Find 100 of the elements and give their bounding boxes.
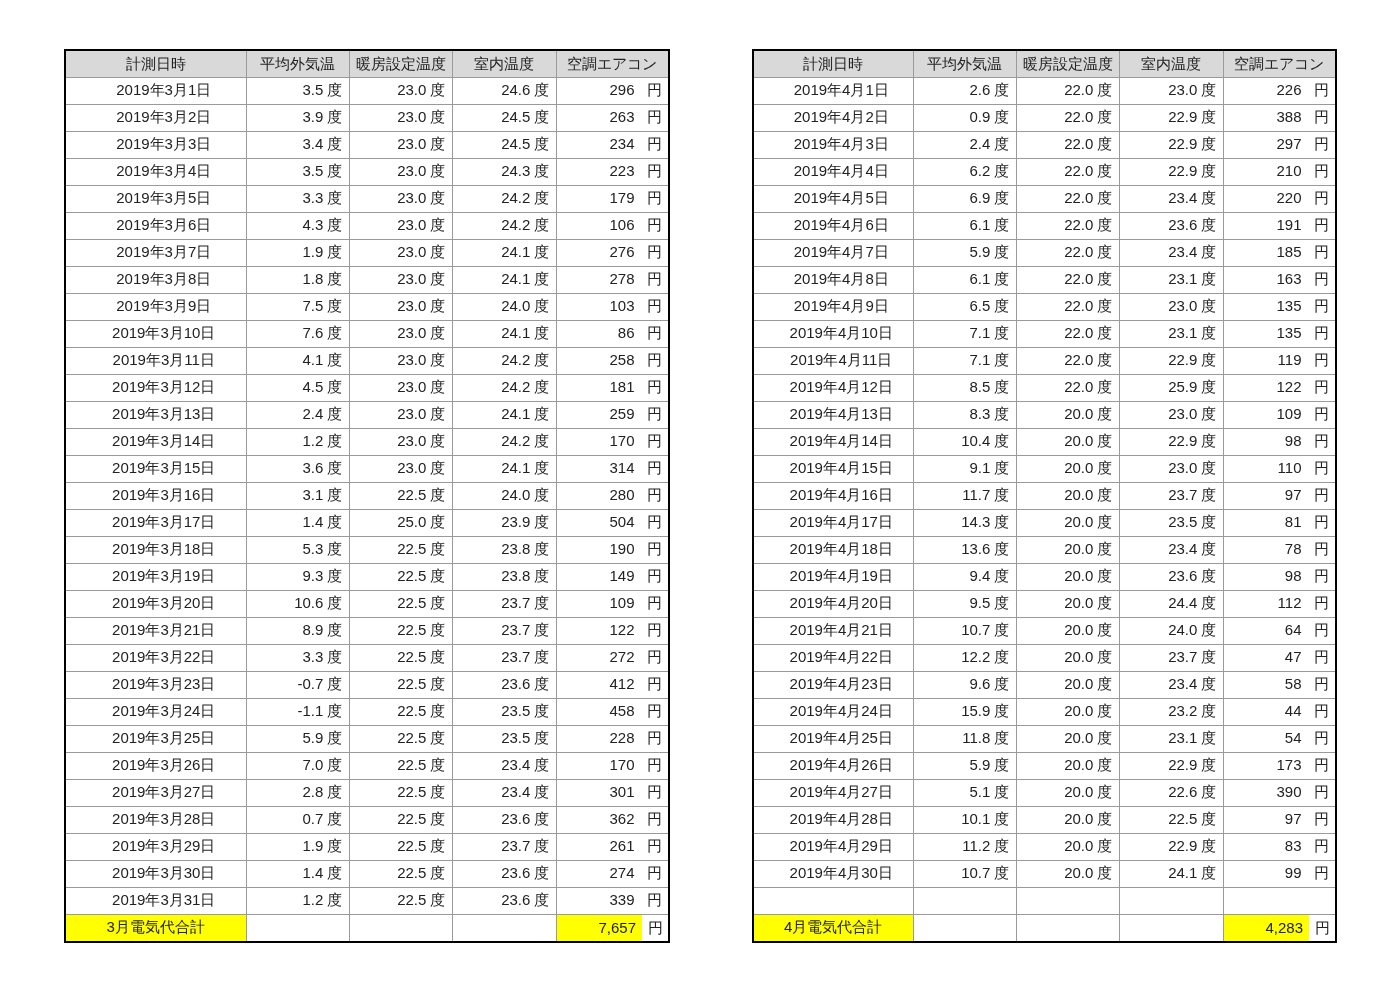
table-cell: 2019年3月2日	[65, 104, 246, 131]
table-cell: 13.6 度	[913, 536, 1016, 563]
table-cell: 2019年4月21日	[753, 617, 913, 644]
table-cell: 5.3 度	[246, 536, 349, 563]
table-cell: 8.3 度	[913, 401, 1016, 428]
table-cell: 24.1 度	[452, 320, 556, 347]
table-cell: 22.5 度	[1119, 806, 1223, 833]
table-cell: 2019年4月13日	[753, 401, 913, 428]
table-cell: 23.6 度	[452, 806, 556, 833]
table-cell: 22.9 度	[1119, 833, 1223, 860]
column-header: 平均外気温	[913, 50, 1016, 77]
table-cell: 24.5 度	[452, 104, 556, 131]
table-cell: 2019年3月26日	[65, 752, 246, 779]
table-cell: 11.7 度	[913, 482, 1016, 509]
table-cell: 22.9 度	[1119, 104, 1223, 131]
table-cell: 1.4 度	[246, 509, 349, 536]
total-label: 4月電気代合計	[753, 914, 913, 942]
table-cell: 20.0 度	[1016, 482, 1119, 509]
table-cell: 22.5 度	[349, 752, 452, 779]
table-cell: 22.0 度	[1016, 77, 1119, 104]
table-cell: 23.0 度	[349, 77, 452, 104]
table-cell: 7.5 度	[246, 293, 349, 320]
table-cell: 23.0 度	[349, 266, 452, 293]
table-cell: 2019年4月22日	[753, 644, 913, 671]
table-cell: 2019年3月30日	[65, 860, 246, 887]
table-cell: 1.2 度	[246, 428, 349, 455]
table-cell: 2019年4月16日	[753, 482, 913, 509]
table-cell: -1.1 度	[246, 698, 349, 725]
table-cell: 23.5 度	[452, 698, 556, 725]
table-cell: 23.0 度	[349, 239, 452, 266]
table-cell: 24.1 度	[1119, 860, 1223, 887]
table-cell: 15.9 度	[913, 698, 1016, 725]
table-cell: 5.9 度	[246, 725, 349, 752]
total-label: 3月電気代合計	[65, 914, 246, 942]
table-cell: 20.0 度	[1016, 617, 1119, 644]
table-cell: 23.0 度	[349, 374, 452, 401]
table-cell: 20.0 度	[1016, 806, 1119, 833]
table-cell: 23.4 度	[1119, 185, 1223, 212]
table-cell: 3.3 度	[246, 185, 349, 212]
column-header: 計測日時	[753, 50, 913, 77]
table-cell: 22.5 度	[349, 536, 452, 563]
table-cell: 2019年3月17日	[65, 509, 246, 536]
table-cell: 3.6 度	[246, 455, 349, 482]
table-cell: 2019年3月24日	[65, 698, 246, 725]
table-cell: 6.1 度	[913, 266, 1016, 293]
table-cell: 2019年4月18日	[753, 536, 913, 563]
table-cell: 20.0 度	[1016, 563, 1119, 590]
table-cell: 7.0 度	[246, 752, 349, 779]
column-header: 計測日時	[65, 50, 246, 77]
table-cell: 14.3 度	[913, 509, 1016, 536]
table-cell: 20.0 度	[1016, 752, 1119, 779]
table-cell: 2019年3月4日	[65, 158, 246, 185]
table-cell: 6.9 度	[913, 185, 1016, 212]
table-cell: 2019年3月31日	[65, 887, 246, 914]
table-cell: 22.0 度	[1016, 293, 1119, 320]
table-cell: 4.3 度	[246, 212, 349, 239]
table-cell: 24.0 度	[452, 482, 556, 509]
table-cell: 2019年4月17日	[753, 509, 913, 536]
table-cell: 22.0 度	[1016, 185, 1119, 212]
table-cell: 22.5 度	[349, 590, 452, 617]
table-cell: 2019年4月12日	[753, 374, 913, 401]
table-cell: 20.0 度	[1016, 860, 1119, 887]
table-cell: 2019年3月14日	[65, 428, 246, 455]
table-cell: 2.6 度	[913, 77, 1016, 104]
table-cell: 24.1 度	[452, 266, 556, 293]
table-cell: 4.1 度	[246, 347, 349, 374]
table-cell: 20.0 度	[1016, 698, 1119, 725]
table-cell: 2019年4月30日	[753, 860, 913, 887]
table-cell: 2.4 度	[913, 131, 1016, 158]
table-cell: 22.0 度	[1016, 266, 1119, 293]
table-cell: 23.0 度	[1119, 401, 1223, 428]
table-cell: 2019年3月25日	[65, 725, 246, 752]
table-cell: 23.4 度	[1119, 536, 1223, 563]
table-cell: 22.9 度	[1119, 158, 1223, 185]
table-cell: 22.5 度	[349, 671, 452, 698]
table-cell: 2019年3月8日	[65, 266, 246, 293]
table-cell: 2019年3月1日	[65, 77, 246, 104]
table-cell: 2019年3月18日	[65, 536, 246, 563]
table-cell: 22.5 度	[349, 887, 452, 914]
table-cell: 2.4 度	[246, 401, 349, 428]
table-cell: 0.7 度	[246, 806, 349, 833]
table-cell: 2019年4月9日	[753, 293, 913, 320]
table-cell: 2019年3月19日	[65, 563, 246, 590]
table-cell: 22.5 度	[349, 563, 452, 590]
table-cell: 6.1 度	[913, 212, 1016, 239]
table-cell: 2019年4月4日	[753, 158, 913, 185]
table-cell: 8.5 度	[913, 374, 1016, 401]
table-cell: 9.6 度	[913, 671, 1016, 698]
table-cell: 9.5 度	[913, 590, 1016, 617]
table-cell: 2019年3月16日	[65, 482, 246, 509]
table-cell: 23.0 度	[349, 428, 452, 455]
table-cell: 24.4 度	[1119, 590, 1223, 617]
table-cell: 23.7 度	[1119, 482, 1223, 509]
table-cell: 2019年4月19日	[753, 563, 913, 590]
table-cell: 6.5 度	[913, 293, 1016, 320]
column-header: 平均外気温	[246, 50, 349, 77]
table-cell: 22.9 度	[1119, 347, 1223, 374]
table-cell: 23.1 度	[1119, 725, 1223, 752]
table-cell: 2019年4月7日	[753, 239, 913, 266]
table-cell: 20.0 度	[1016, 833, 1119, 860]
